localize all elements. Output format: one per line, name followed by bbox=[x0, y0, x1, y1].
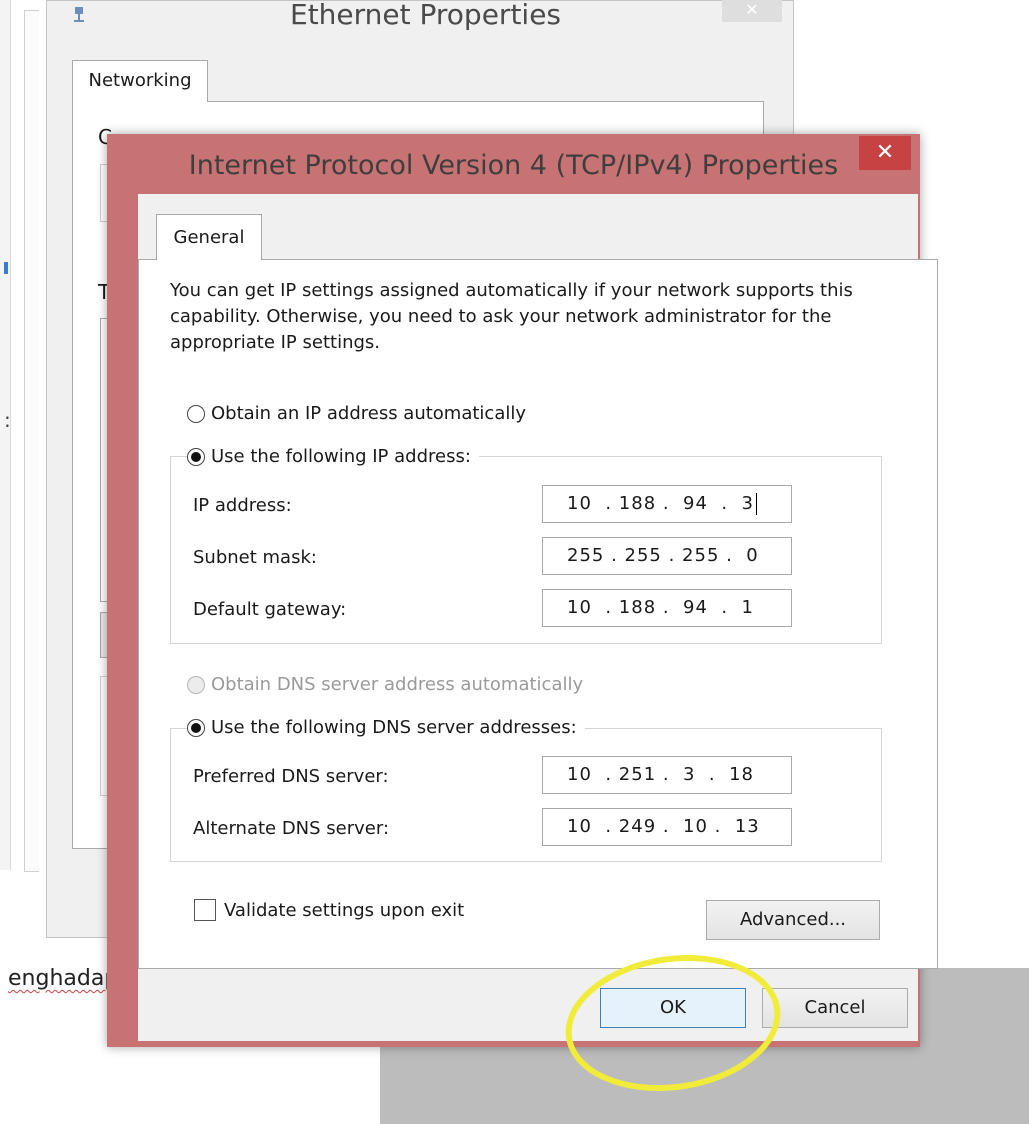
ethernet-window-title: Ethernet Properties bbox=[290, 0, 562, 31]
default-gateway-value: 10 . 188 . 94 . 1 bbox=[567, 597, 754, 618]
preferred-dns-label: Preferred DNS server: bbox=[193, 766, 389, 787]
ethernet-close-button[interactable]: ✕ bbox=[722, 0, 782, 22]
radio-obtain-dns-auto[interactable]: Obtain DNS server address automatically bbox=[187, 674, 583, 695]
radio-button-selected[interactable] bbox=[187, 447, 205, 466]
dialog-title: Internet Protocol Version 4 (TCP/IPv4) P… bbox=[188, 150, 839, 181]
radio-obtain-ip-auto[interactable]: Obtain an IP address automatically bbox=[187, 403, 526, 424]
ip-address-value: 10 . 188 . 94 . 3 bbox=[567, 493, 754, 514]
default-gateway-label: Default gateway: bbox=[193, 599, 347, 620]
default-gateway-field[interactable]: 10 . 188 . 94 . 1 bbox=[542, 589, 792, 627]
intro-description: You can get IP settings assigned automat… bbox=[170, 280, 853, 353]
preferred-dns-field[interactable]: 10 . 251 . 3 . 18 bbox=[542, 756, 792, 794]
advanced-button[interactable]: Advanced... bbox=[706, 900, 880, 940]
dialog-close-button[interactable]: ✕ bbox=[859, 136, 911, 170]
radio-button-selected[interactable] bbox=[187, 718, 205, 737]
preferred-dns-value: 10 . 251 . 3 . 18 bbox=[567, 764, 754, 785]
subnet-mask-value: 255 . 255 . 255 . 0 bbox=[567, 545, 759, 566]
network-adapter-icon bbox=[74, 7, 84, 22]
background-window-edge bbox=[0, 0, 11, 870]
background-colon: : bbox=[4, 408, 11, 432]
validate-checkbox[interactable] bbox=[194, 899, 216, 921]
subnet-mask-label: Subnet mask: bbox=[193, 547, 317, 568]
radio-label: Obtain an IP address automatically bbox=[211, 403, 527, 424]
alternate-dns-field[interactable]: 10 . 249 . 10 . 13 bbox=[542, 808, 792, 846]
validate-settings-option[interactable]: Validate settings upon exit bbox=[194, 899, 464, 921]
subnet-mask-field[interactable]: 255 . 255 . 255 . 0 bbox=[542, 537, 792, 575]
radio-use-following-dns[interactable]: Use the following DNS server addresses: bbox=[187, 717, 585, 738]
radio-button-disabled[interactable] bbox=[187, 675, 205, 694]
radio-use-following-ip[interactable]: Use the following IP address: bbox=[187, 446, 479, 467]
alternate-dns-label: Alternate DNS server: bbox=[193, 818, 390, 839]
background-window-frame bbox=[24, 10, 39, 872]
ip-address-label: IP address: bbox=[193, 495, 292, 516]
tab-networking[interactable]: Networking bbox=[72, 60, 208, 102]
tab-general[interactable]: General bbox=[156, 214, 262, 260]
text-caret bbox=[756, 493, 757, 515]
alternate-dns-value: 10 . 249 . 10 . 13 bbox=[567, 816, 760, 837]
radio-button[interactable] bbox=[187, 404, 205, 423]
radio-label: Use the following DNS server addresses: bbox=[211, 717, 577, 738]
ip-address-field[interactable]: 10 . 188 . 94 . 3 bbox=[542, 485, 792, 523]
radio-label: Use the following IP address: bbox=[211, 446, 471, 467]
background-text-fragment: enghadap bbox=[8, 966, 119, 991]
background-mark bbox=[4, 262, 8, 274]
cancel-button[interactable]: Cancel bbox=[762, 988, 908, 1028]
validate-label: Validate settings upon exit bbox=[224, 899, 465, 921]
radio-label: Obtain DNS server address automatically bbox=[211, 674, 584, 695]
